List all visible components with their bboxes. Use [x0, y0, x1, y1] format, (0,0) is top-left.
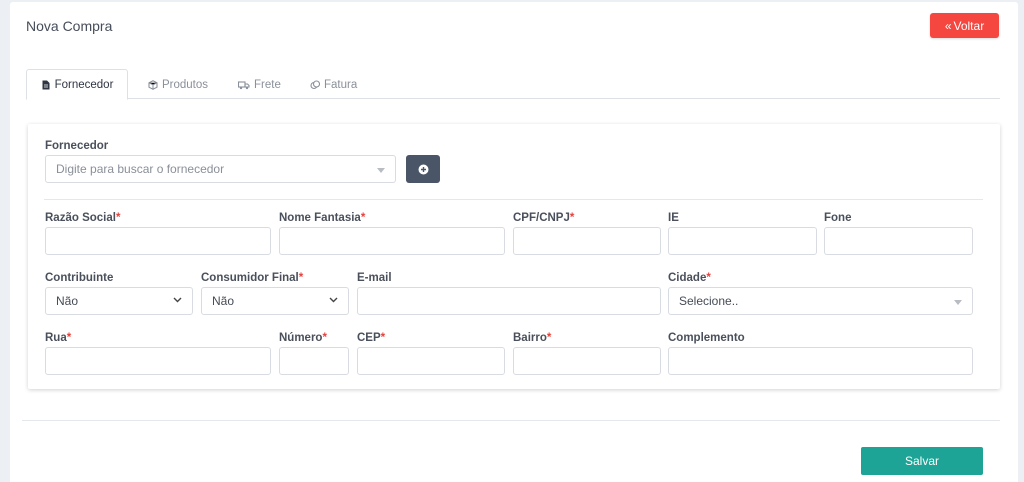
supplier-form-panel: Fornecedor Digite para buscar o forneced…	[28, 124, 1000, 389]
chevron-down-icon	[329, 297, 338, 303]
complemento-label: Complemento	[668, 332, 745, 344]
razao-social-label-text: Razão Social	[45, 212, 116, 224]
required-mark: *	[380, 332, 386, 344]
email-input[interactable]	[357, 287, 661, 315]
razao-social-label: Razão Social*	[45, 212, 120, 224]
nome-fantasia-label: Nome Fantasia*	[279, 212, 365, 224]
required-mark: *	[546, 332, 552, 344]
tab-fornecedor-label: Fornecedor	[54, 78, 114, 91]
double-chevron-left-icon: «	[944, 18, 952, 33]
truck-icon	[238, 80, 250, 89]
bairro-label-text: Bairro	[513, 332, 547, 344]
email-label: E-mail	[357, 272, 392, 284]
numero-label-text: Número	[279, 332, 323, 344]
rua-input[interactable]	[45, 347, 271, 375]
coins-icon	[310, 79, 320, 89]
tab-frete-label: Frete	[254, 78, 281, 91]
bairro-input[interactable]	[513, 347, 661, 375]
fornecedor-search-placeholder: Digite para buscar o fornecedor	[56, 162, 225, 176]
required-mark: *	[360, 212, 366, 224]
file-icon	[42, 80, 50, 89]
ie-input[interactable]	[668, 227, 817, 255]
consumidor-final-select[interactable]: Não	[201, 287, 349, 315]
cidade-label-text: Cidade	[668, 272, 707, 284]
complemento-input[interactable]	[668, 347, 973, 375]
required-mark: *	[66, 332, 72, 344]
back-button-label: Voltar	[953, 18, 985, 33]
cpf-cnpj-label-text: CPF/CNPJ	[513, 212, 570, 224]
caret-down-icon	[954, 300, 962, 305]
cpf-cnpj-input[interactable]	[513, 227, 661, 255]
cidade-label: Cidade*	[668, 272, 711, 284]
required-mark: *	[115, 212, 121, 224]
required-mark: *	[569, 212, 575, 224]
rua-label-text: Rua	[45, 332, 67, 344]
numero-label: Número*	[279, 332, 327, 344]
back-button[interactable]: « Voltar	[930, 13, 999, 38]
ie-label: IE	[668, 212, 679, 224]
cidade-placeholder: Selecione..	[679, 294, 739, 308]
tab-fatura-label: Fatura	[324, 78, 358, 91]
cep-input[interactable]	[357, 347, 505, 375]
tab-frete[interactable]: Frete	[238, 69, 281, 100]
chevron-down-icon	[173, 297, 182, 303]
fone-label: Fone	[824, 212, 852, 224]
tab-produtos[interactable]: Produtos	[148, 69, 208, 100]
cep-label: CEP*	[357, 332, 385, 344]
consumidor-final-value: Não	[212, 294, 235, 308]
cidade-select[interactable]: Selecione..	[668, 287, 973, 315]
consumidor-final-label-text: Consumidor Final	[201, 272, 299, 284]
tab-fatura[interactable]: Fatura	[310, 69, 357, 100]
contribuinte-select[interactable]: Não	[45, 287, 193, 315]
form-divider	[44, 199, 983, 200]
tab-fornecedor[interactable]: Fornecedor	[26, 69, 128, 100]
add-supplier-button[interactable]	[406, 155, 440, 183]
tab-produtos-label: Produtos	[162, 78, 209, 91]
page-title: Nova Compra	[26, 18, 113, 34]
required-mark: *	[298, 272, 304, 284]
main-card: Nova Compra « Voltar Fornecedor Produtos…	[10, 2, 1018, 482]
bairro-label: Bairro*	[513, 332, 551, 344]
nome-fantasia-input[interactable]	[279, 227, 505, 255]
required-mark: *	[706, 272, 711, 284]
rua-label: Rua*	[45, 332, 71, 344]
fornecedor-label: Fornecedor	[45, 140, 109, 152]
contribuinte-value: Não	[56, 294, 79, 308]
box-icon	[148, 79, 158, 90]
required-mark: *	[322, 332, 327, 344]
plus-circle-icon	[418, 164, 428, 174]
razao-social-input[interactable]	[45, 227, 271, 255]
consumidor-final-label: Consumidor Final*	[201, 272, 303, 284]
save-button[interactable]: Salvar	[861, 447, 983, 475]
footer-divider	[22, 420, 1000, 421]
fornecedor-search-select[interactable]: Digite para buscar o fornecedor	[45, 155, 396, 183]
caret-down-icon	[377, 168, 385, 173]
tab-bar: Fornecedor Produtos Frete Fatura	[26, 69, 1000, 100]
contribuinte-label: Contribuinte	[45, 272, 114, 284]
fone-input[interactable]	[824, 227, 973, 255]
cpf-cnpj-label: CPF/CNPJ*	[513, 212, 574, 224]
nome-fantasia-label-text: Nome Fantasia	[279, 212, 361, 224]
cep-label-text: CEP	[357, 332, 381, 344]
numero-input[interactable]	[279, 347, 349, 375]
